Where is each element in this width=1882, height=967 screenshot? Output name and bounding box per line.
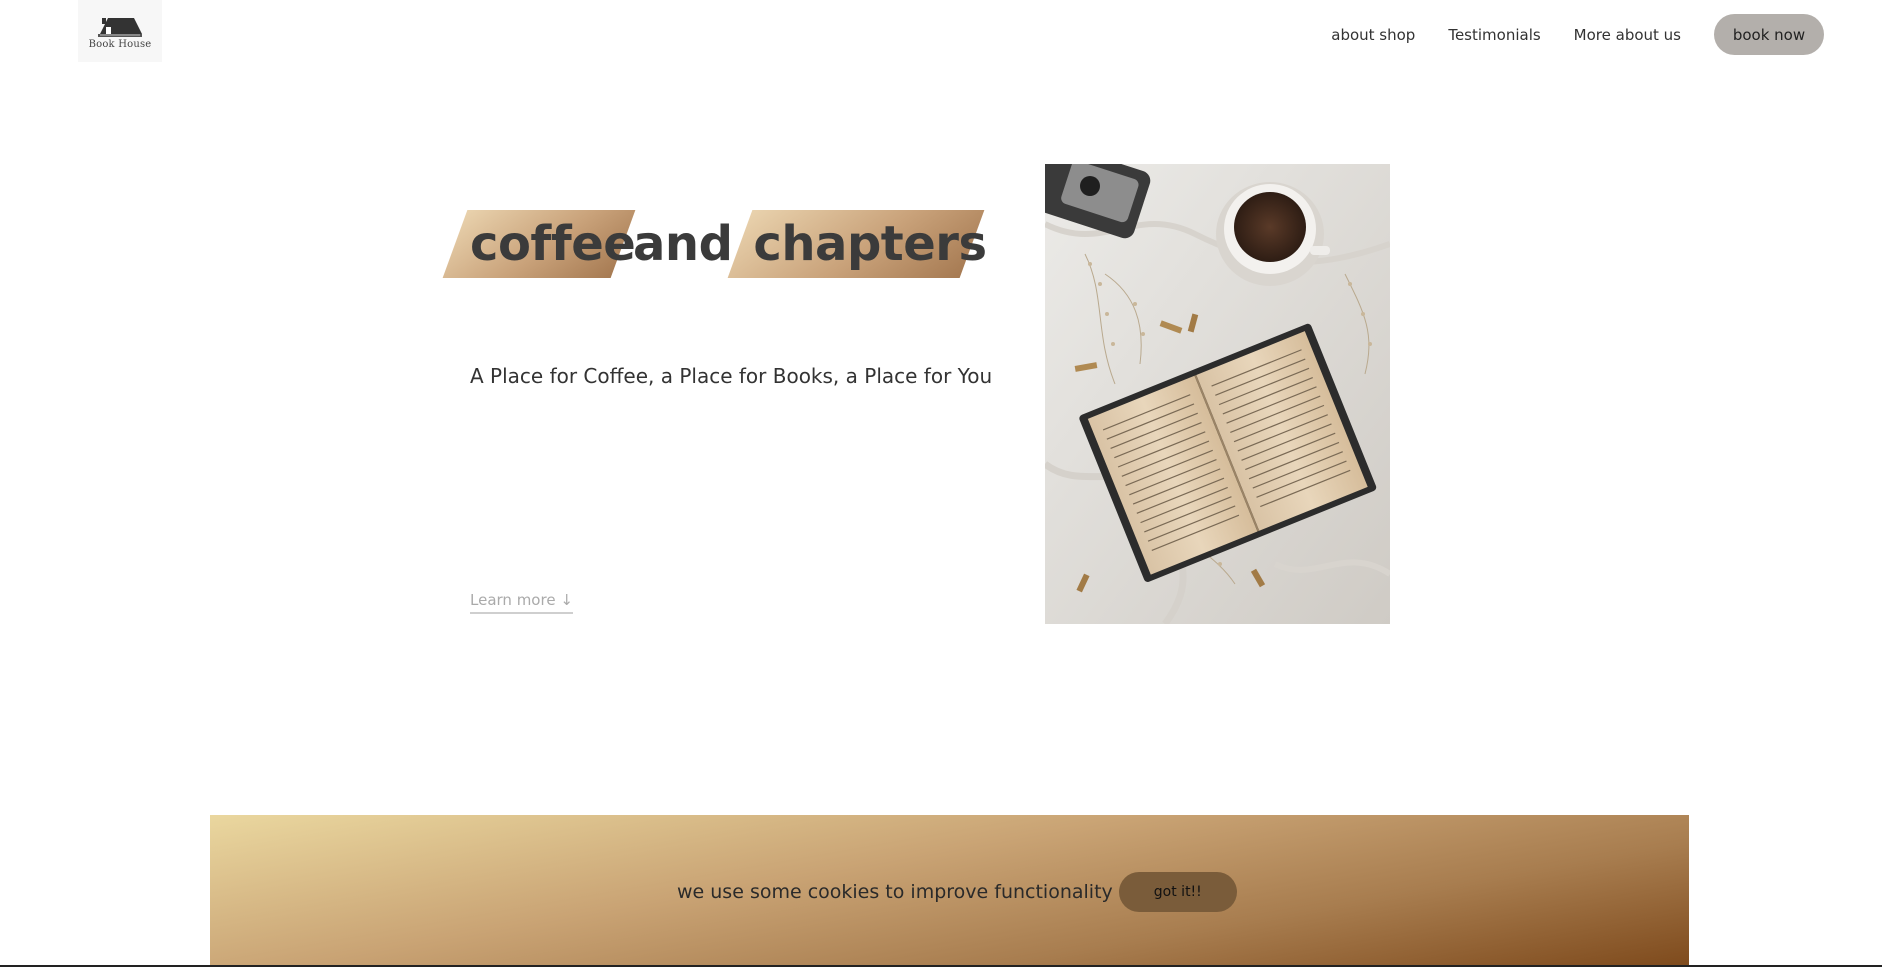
nav-testimonials[interactable]: Testimonials xyxy=(1448,26,1540,44)
title-word-and: and xyxy=(633,216,733,272)
cookie-content: we use some cookies to improve functiona… xyxy=(677,872,1237,912)
cookie-banner: we use some cookies to improve functiona… xyxy=(210,815,1689,967)
hero-title: coffee and chapters xyxy=(442,210,987,278)
nav-about-shop[interactable]: about shop xyxy=(1331,26,1415,44)
title-word-coffee: coffee xyxy=(470,216,636,272)
nav-more-about-us[interactable]: More about us xyxy=(1574,26,1681,44)
coffee-book-photo-icon xyxy=(1045,164,1390,624)
cookie-accept-button[interactable]: got it!! xyxy=(1118,872,1237,912)
title-highlight-chapters: chapters xyxy=(728,210,987,278)
learn-more-link[interactable]: Learn more ↓ xyxy=(470,591,573,614)
title-word-chapters: chapters xyxy=(753,216,987,272)
title-highlight-coffee: coffee xyxy=(442,210,636,278)
hero-photo xyxy=(1045,164,1390,624)
logo[interactable]: Book House xyxy=(78,0,162,62)
main-nav: about shop Testimonials More about us bo… xyxy=(1331,14,1824,55)
logo-text: Book House xyxy=(88,39,152,50)
book-now-button[interactable]: book now xyxy=(1714,14,1824,55)
hero-tagline: A Place for Coffee, a Place for Books, a… xyxy=(470,364,993,388)
house-book-logo-icon xyxy=(98,18,142,37)
cookie-message: we use some cookies to improve functiona… xyxy=(677,881,1113,903)
